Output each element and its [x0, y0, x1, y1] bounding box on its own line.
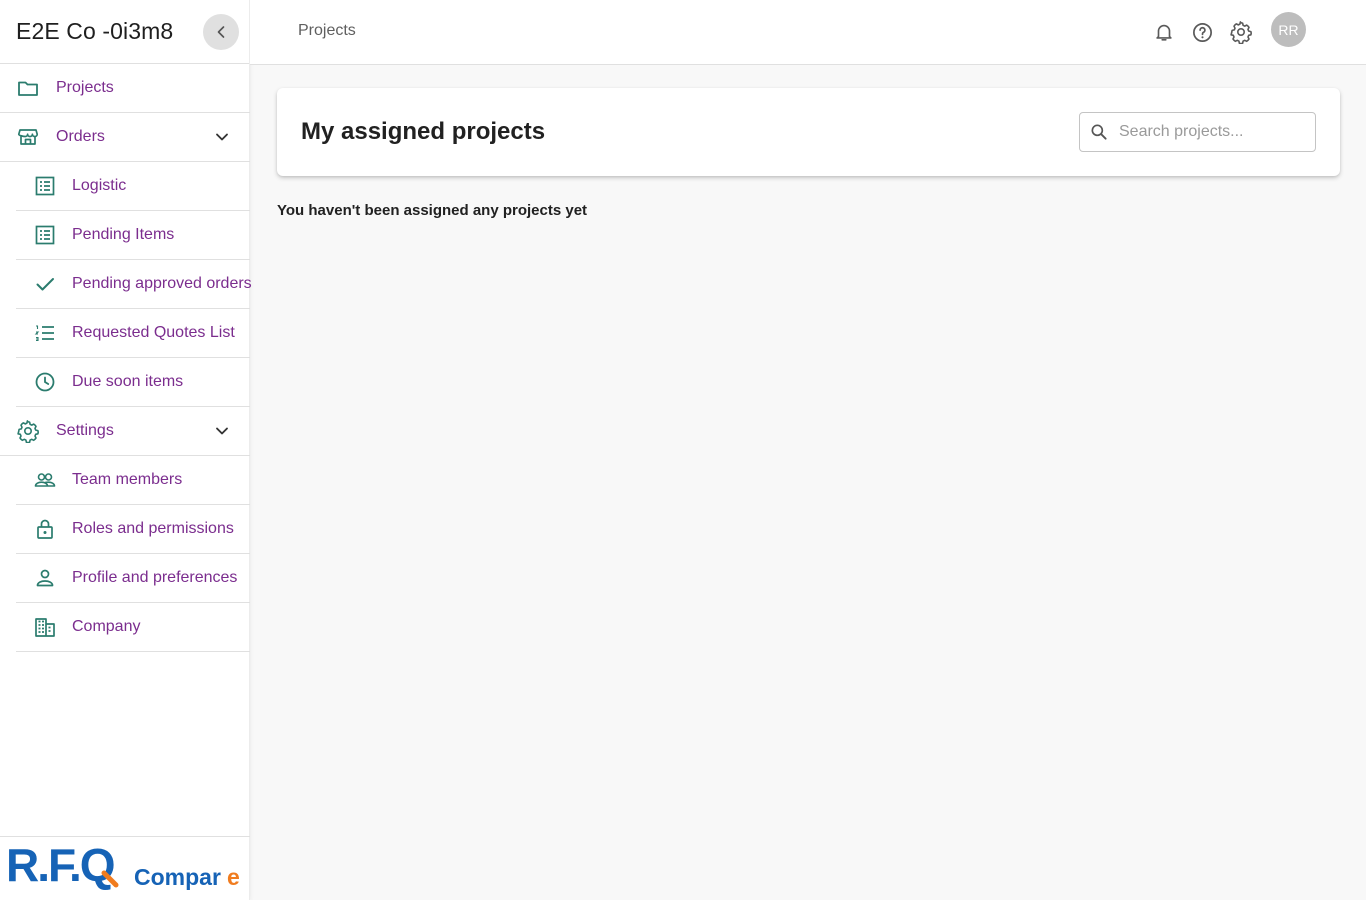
sidebar: E2E Co -0i3m8 Projects Orders Logistic P… [0, 0, 252, 900]
sidebar-item-profile-and-preferences[interactable]: Profile and preferences [16, 554, 250, 603]
sidebar-item-pending-approved-orders[interactable]: Pending approved orders [16, 260, 252, 309]
search-box [1079, 112, 1316, 152]
sidebar-item-team-members[interactable]: Team members [16, 456, 250, 505]
people-icon [33, 468, 57, 492]
sidebar-item-company[interactable]: Company [16, 603, 250, 652]
sidebar-item-label: Projects [56, 79, 114, 96]
projects-header-card: My assigned projects [277, 88, 1340, 176]
sidebar-footer: R.F.Q Compar e [0, 836, 250, 900]
list-alt-icon [33, 223, 57, 247]
avatar[interactable]: RR [1271, 12, 1306, 47]
company-name: E2E Co -0i3m8 [16, 18, 174, 44]
sidebar-nav: Projects Orders Logistic Pending Items P… [0, 64, 252, 652]
help-button[interactable] [1190, 20, 1214, 44]
sidebar-item-projects[interactable]: Projects [0, 64, 250, 113]
sidebar-item-orders[interactable]: Orders [0, 113, 250, 162]
svg-text:e: e [227, 864, 240, 890]
sidebar-item-label: Company [72, 618, 141, 635]
list-alt-icon [33, 174, 57, 198]
sidebar-item-logistic[interactable]: Logistic [16, 162, 250, 211]
top-bar: Projects RR [250, 0, 1366, 65]
chevron-down-icon[interactable] [210, 419, 234, 443]
search-icon [1089, 122, 1109, 142]
sidebar-item-label: Team members [72, 471, 183, 488]
rfq-compare-logo[interactable]: R.F.Q Compar e [6, 843, 246, 895]
sidebar-item-label: Pending approved orders [72, 275, 252, 292]
sidebar-item-label: Orders [56, 128, 105, 145]
notifications-button[interactable] [1152, 20, 1176, 44]
sidebar-item-label: Roles and permissions [72, 520, 234, 537]
gear-icon [16, 419, 40, 443]
gear-icon [1230, 21, 1252, 44]
page-title: My assigned projects [301, 118, 546, 145]
bell-icon [1156, 24, 1172, 41]
sidebar-item-roles-and-permissions[interactable]: Roles and permissions [16, 505, 250, 554]
sidebar-header: E2E Co -0i3m8 [0, 0, 249, 64]
check-icon [33, 272, 57, 296]
sidebar-item-label: Requested Quotes List [72, 324, 235, 341]
svg-text:R.F.Q: R.F.Q [6, 843, 114, 891]
sidebar-item-label: Logistic [72, 177, 127, 194]
sidebar-item-label: Profile and preferences [72, 569, 238, 586]
sidebar-item-requested-quotes-list[interactable]: Requested Quotes List [16, 309, 250, 358]
sidebar-item-settings[interactable]: Settings [0, 407, 250, 456]
breadcrumb[interactable]: Projects [298, 22, 356, 40]
sidebar-item-pending-items[interactable]: Pending Items [16, 211, 250, 260]
sidebar-item-label: Pending Items [72, 226, 175, 243]
chevron-down-icon[interactable] [210, 125, 234, 149]
format-list-numbered-icon [33, 321, 57, 345]
sidebar-item-due-soon-items[interactable]: Due soon items [16, 358, 250, 407]
storefront-icon [16, 125, 40, 149]
svg-text:Compar: Compar [134, 864, 221, 890]
settings-button[interactable] [1229, 20, 1253, 44]
sidebar-item-label: Due soon items [72, 373, 184, 390]
help-icon [1192, 22, 1212, 42]
search-input[interactable] [1119, 123, 1309, 141]
empty-state-message: You haven't been assigned any projects y… [277, 202, 588, 219]
clock-icon [33, 370, 57, 394]
sidebar-item-label: Settings [56, 422, 114, 439]
building-icon [33, 615, 57, 639]
lock-icon [33, 517, 57, 541]
collapse-sidebar-button[interactable] [203, 14, 239, 50]
chevron-left-icon [217, 26, 225, 38]
person-icon [33, 566, 57, 590]
folder-icon [16, 76, 40, 100]
